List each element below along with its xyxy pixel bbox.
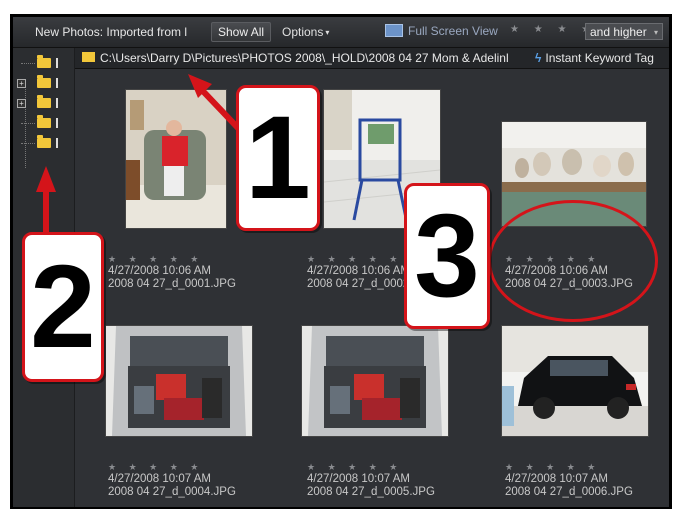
callout-1: 1 [236,85,320,231]
callout-3-label: 3 [414,190,480,322]
highlight-ring [488,200,658,322]
callout-1-label: 1 [245,92,311,224]
callout-3: 3 [404,183,490,329]
callout-2: 2 [22,232,104,382]
callout-2-label: 2 [30,241,96,373]
arrow-2-head [36,166,56,192]
